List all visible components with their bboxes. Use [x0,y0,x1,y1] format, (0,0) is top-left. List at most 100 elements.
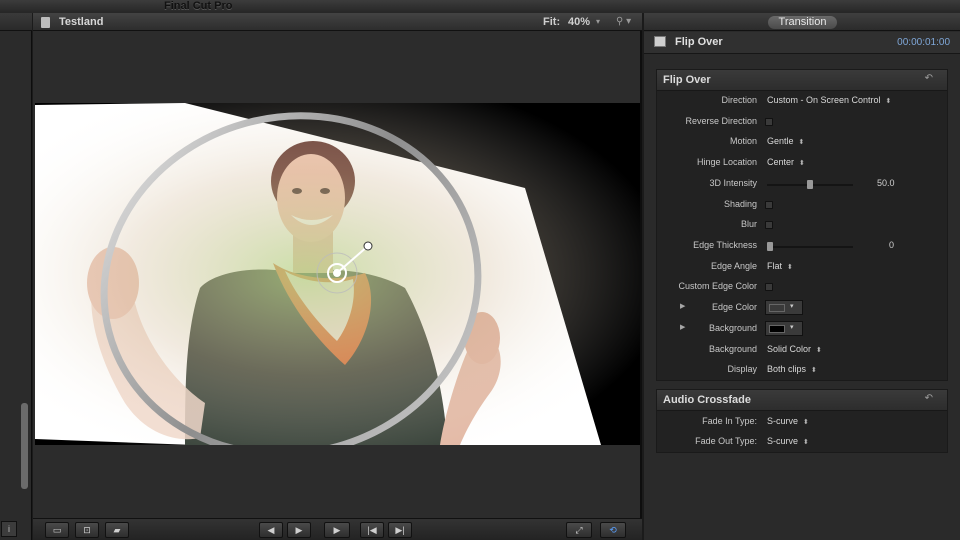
popup-arrows-icon: ⬍ [803,439,809,446]
popup-arrows-icon: ⬍ [803,419,809,426]
param-background: Background Solid Color ⬍ [657,340,947,360]
param-fade-out-type: Fade Out Type: S-curve ⬍ [657,432,947,452]
param-display: Display Both clips ⬍ [657,360,947,380]
fullscreen-button[interactable]: ⤢ [566,522,592,538]
background-color-well[interactable]: ▾ [765,321,803,336]
background-popup[interactable]: Solid Color ⬍ [767,344,822,354]
param-label: Fade In Type: [702,416,757,426]
intensity-slider[interactable] [767,180,853,189]
go-to-end-button[interactable]: ▶| [388,522,412,538]
browser-edge-panel: i [0,13,32,540]
param-label: Direction [721,95,757,105]
edge-color-well[interactable]: ▾ [765,300,803,315]
param-label: Edge Angle [710,261,757,271]
fit-label: Fit: [543,16,561,28]
edge-angle-popup[interactable]: Flat ⬍ [767,261,793,271]
param-label: Blur [740,219,757,229]
slider-knob[interactable] [767,242,773,251]
param-label: Background [708,323,757,333]
chevron-down-icon: ▾ [790,324,794,331]
disclosure-triangle-icon[interactable]: ▶ [680,323,685,331]
param-label: Edge Color [711,302,757,312]
reset-icon[interactable]: ↶ [925,393,933,404]
browser-edge-header [0,13,32,31]
clip-title: Testland [59,16,104,28]
popup-arrows-icon: ⬍ [816,347,822,354]
tab-transition[interactable]: Transition [768,16,837,29]
param-edge-thickness: Edge Thickness 0 [657,236,947,256]
flip-over-section: Flip Over ↶ Direction Custom - On Screen… [656,69,948,381]
shading-checkbox[interactable] [765,201,773,209]
clip-document-icon [41,17,50,28]
popup-arrows-icon: ⬍ [799,160,805,167]
video-frame-image [35,103,640,445]
popup-arrows-icon: ⬍ [798,139,805,146]
zoom-fit-popup[interactable]: 40% [568,16,590,28]
viewer-header: Testland Fit: 40% ▾ ⚲ ▾ [33,13,642,31]
chevron-down-icon[interactable]: ▾ [596,17,600,26]
edge-thickness-value[interactable]: 0 [889,240,894,250]
video-canvas[interactable] [35,103,640,445]
param-label: Background [708,344,757,354]
param-motion: Motion Gentle ⬍ [657,132,947,152]
viewer-transport-bar: ▭ ⊡ ▰ ◀ ▶ ▶ |◀ ▶| ⤢ ⟲ [33,518,642,540]
fade-in-type-popup[interactable]: S-curve ⬍ [767,416,809,426]
param-blur: Blur [657,215,947,235]
disclosure-triangle-icon[interactable]: ▶ [680,302,685,310]
reset-icon[interactable]: ↶ [925,73,933,84]
app-title: Final Cut Pro [164,0,233,12]
reverse-direction-checkbox[interactable] [765,118,773,126]
slider-knob[interactable] [807,180,813,189]
loop-button[interactable]: ⟲ [600,522,626,538]
edge-thickness-slider[interactable] [767,242,853,251]
viewer-options-icon[interactable]: ⚲ ▾ [616,16,631,27]
param-edge-angle: Edge Angle Flat ⬍ [657,257,947,277]
section-title: Audio Crossfade [663,394,752,406]
direction-popup[interactable]: Custom - On Screen Control ⬍ [767,95,891,105]
section-header: Flip Over ↶ [657,70,947,91]
param-hinge-location: Hinge Location Center ⬍ [657,153,947,173]
transform-button[interactable]: ⊡ [75,522,99,538]
section-header: Audio Crossfade ↶ [657,390,947,411]
param-direction: Direction Custom - On Screen Control ⬍ [657,91,947,111]
inspector: Transition Flip Over 00:00:01:00 Flip Ov… [644,13,960,540]
color-chip [769,304,785,312]
go-to-start-button[interactable]: |◀ [360,522,384,538]
param-background-color: ▶ Background ▾ [657,319,947,339]
viewer: Testland Fit: 40% ▾ ⚲ ▾ ▭ ⊡ ▰ ◀ ▶ ▶ |◀ ▶… [33,13,642,540]
param-label: Fade Out Type: [695,436,757,446]
param-label: Motion [729,136,757,146]
crop-button[interactable]: ▰ [105,522,129,538]
param-fade-in-type: Fade In Type: S-curve ⬍ [657,412,947,432]
param-label: Shading [723,199,757,209]
hinge-location-popup[interactable]: Center ⬍ [767,157,805,167]
param-label: Reverse Direction [685,116,757,126]
previous-frame-button[interactable]: ◀ [259,522,283,538]
next-frame-button[interactable]: ▶ [287,522,311,538]
popup-arrows-icon: ⬍ [787,264,793,271]
param-edge-color: ▶ Edge Color ▾ [657,298,947,318]
inspector-header: Flip Over 00:00:01:00 [644,32,960,54]
intensity-value[interactable]: 50.0 [877,178,895,188]
fade-out-type-popup[interactable]: S-curve ⬍ [767,436,809,446]
param-3d-intensity: 3D Intensity 50.0 [657,174,947,194]
display-popup[interactable]: Both clips ⬍ [767,364,817,374]
param-reverse-direction: Reverse Direction [657,112,947,132]
inspector-tab-bar: Transition [644,13,960,31]
view-options-button[interactable]: ▭ [45,522,69,538]
param-label: Custom Edge Color [678,281,757,291]
section-title: Flip Over [663,74,711,86]
color-chip [769,325,785,333]
browser-scrollbar[interactable] [21,403,28,489]
param-shading: Shading [657,195,947,215]
transition-icon [654,36,666,47]
play-button[interactable]: ▶ [324,522,350,538]
motion-popup[interactable]: Gentle ⬍ [767,136,804,146]
info-icon[interactable]: i [1,521,17,537]
custom-edge-color-checkbox[interactable] [765,283,773,291]
title-bar: Final Cut Pro [0,0,960,13]
param-label: Hinge Location [696,157,757,167]
param-custom-edge-color: Custom Edge Color [657,277,947,297]
blur-checkbox[interactable] [765,221,773,229]
transition-duration[interactable]: 00:00:01:00 [897,37,950,48]
